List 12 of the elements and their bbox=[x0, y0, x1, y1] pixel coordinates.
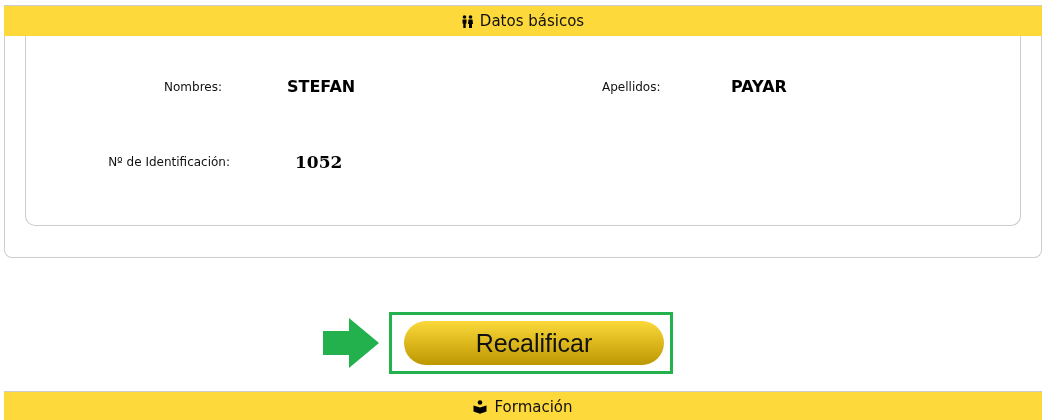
field-value: STEFAN bbox=[286, 77, 356, 96]
arrow-icon bbox=[323, 318, 379, 368]
people-icon bbox=[461, 14, 473, 28]
reader-icon bbox=[473, 400, 488, 414]
field-label: Nombres: bbox=[164, 79, 222, 94]
recalificar-button[interactable]: Recalificar bbox=[404, 321, 664, 365]
section-header: Formación bbox=[4, 391, 1042, 420]
field-value: 1052 bbox=[294, 152, 343, 172]
field-label: Nº de Identificación: bbox=[108, 155, 230, 169]
field-value: PAYAR bbox=[731, 77, 788, 96]
section-header: Datos básicos bbox=[4, 5, 1042, 36]
field-label: Apellidos: bbox=[602, 79, 661, 94]
